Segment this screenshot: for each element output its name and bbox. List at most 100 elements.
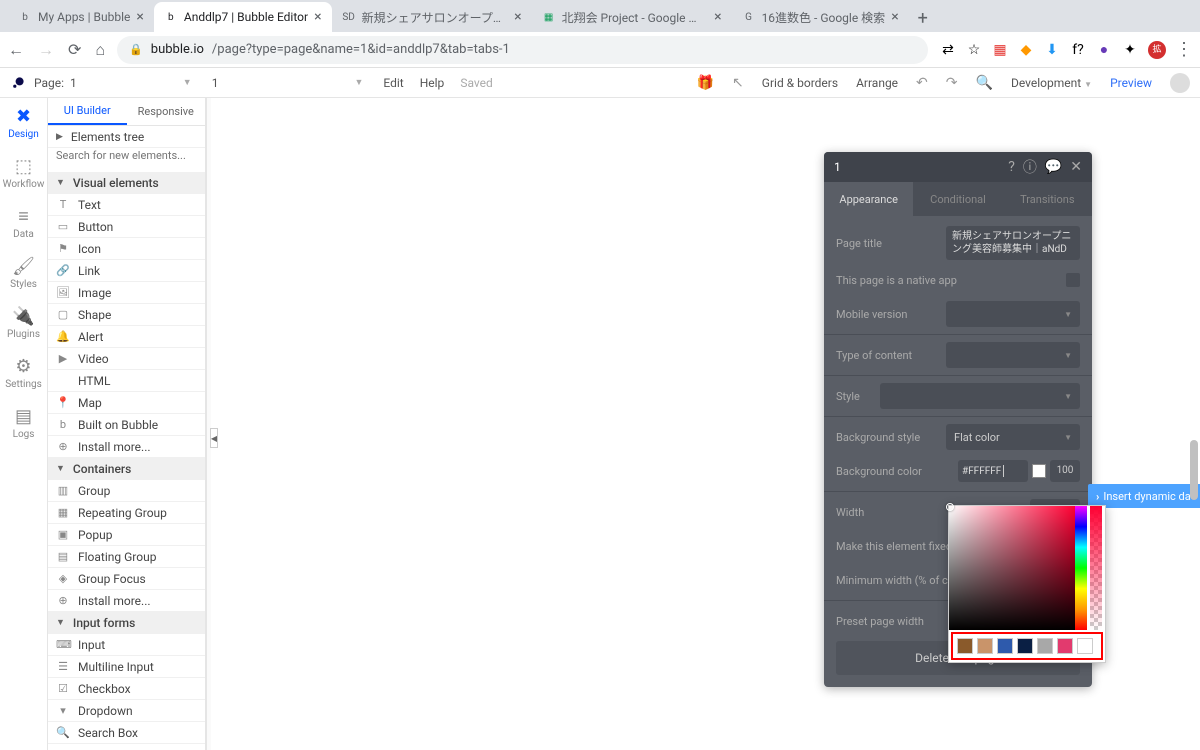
element-item[interactable]: ⌨Input (48, 634, 205, 656)
close-icon[interactable]: ✕ (1070, 159, 1082, 175)
rail-settings[interactable]: ⚙Settings (0, 348, 47, 398)
hue-slider[interactable] (1075, 506, 1087, 630)
element-item[interactable]: TText (48, 194, 205, 216)
element-item[interactable]: ▾Dropdown (48, 700, 205, 722)
edit-menu[interactable]: Edit (383, 76, 403, 90)
close-icon[interactable]: × (514, 9, 521, 25)
undo-icon[interactable]: ↶ (916, 75, 928, 91)
element-search[interactable] (48, 148, 205, 172)
ext-icon[interactable]: f? (1070, 42, 1086, 58)
browser-tab[interactable]: bMy Apps | Bubble× (8, 2, 154, 32)
new-tab-button[interactable]: + (909, 4, 937, 32)
avatar[interactable] (1170, 73, 1190, 93)
element-selector[interactable]: 1 ▼ (212, 76, 364, 90)
rail-data[interactable]: ≡Data (0, 198, 47, 248)
element-item[interactable]: 🔔Alert (48, 326, 205, 348)
opacity-input[interactable]: 100 (1050, 460, 1080, 482)
rail-styles[interactable]: 🖌Styles (0, 248, 47, 298)
browser-tab[interactable]: bAnddlp7 | Bubble Editor× (154, 2, 332, 32)
browser-tab[interactable]: G16進数色 - Google 検索× (732, 2, 909, 32)
menu-icon[interactable]: ⋮ (1176, 42, 1192, 58)
element-item[interactable]: 🔍Search Box (48, 722, 205, 744)
section-visual-elements[interactable]: ▼Visual elements (48, 172, 205, 194)
arrange-menu[interactable]: Arrange (856, 76, 898, 90)
type-content-dropdown[interactable]: ▼ (946, 342, 1080, 368)
page-selector[interactable]: Page: 1 ▼ (34, 76, 192, 90)
rail-workflow[interactable]: ⬚Workflow (0, 148, 47, 198)
help-menu[interactable]: Help (420, 76, 445, 90)
close-icon[interactable]: × (714, 9, 721, 25)
element-item[interactable]: ⊕Install more... (48, 436, 205, 458)
color-swatch[interactable] (1032, 464, 1046, 478)
element-item[interactable]: ▦Repeating Group (48, 502, 205, 524)
gift-icon[interactable]: 🎁 (697, 75, 714, 91)
info-icon[interactable]: ⓘ (1023, 157, 1037, 177)
property-header[interactable]: 1 ? ⓘ 💬 ✕ (824, 152, 1092, 182)
collapse-handle[interactable]: ◀ (210, 428, 218, 448)
ext-icon[interactable]: ⬇ (1044, 42, 1060, 58)
scrollbar[interactable] (1190, 440, 1198, 500)
preset-swatch[interactable] (1057, 638, 1073, 654)
grid-menu[interactable]: Grid & borders (762, 76, 838, 90)
element-item[interactable]: ⊕Install more... (48, 590, 205, 612)
help-icon[interactable]: ? (1008, 159, 1015, 175)
close-icon[interactable]: × (314, 9, 321, 25)
ext-icon[interactable]: ● (1096, 42, 1112, 58)
forward-icon[interactable]: → (38, 40, 54, 60)
bg-color-input[interactable]: #FFFFFF (958, 460, 1028, 482)
rail-logs[interactable]: ▤Logs (0, 398, 47, 448)
reload-icon[interactable]: ⟳ (68, 40, 81, 60)
rail-plugins[interactable]: 🔌Plugins (0, 298, 47, 348)
close-icon[interactable]: × (891, 9, 898, 25)
element-item[interactable]: ▢Shape (48, 304, 205, 326)
element-item[interactable]: ▣Popup (48, 524, 205, 546)
puzzle-icon[interactable]: ✦ (1122, 42, 1138, 58)
back-icon[interactable]: ← (8, 40, 24, 60)
elements-tree-toggle[interactable]: ▶Elements tree (48, 126, 205, 148)
tab-ui-builder[interactable]: UI Builder (48, 98, 127, 125)
page-title-input[interactable]: 新規シェアサロンオープニング美容師募集中｜aNdD (946, 226, 1080, 260)
browser-tab[interactable]: ▦北翔会 Project - Google スプレ× (532, 2, 732, 32)
env-selector[interactable]: Development ▼ (1011, 76, 1092, 90)
native-app-toggle[interactable] (1066, 273, 1080, 287)
element-item[interactable]: ▤Floating Group (48, 546, 205, 568)
mobile-version-dropdown[interactable]: ▼ (946, 301, 1080, 327)
preset-swatch[interactable] (1077, 638, 1093, 654)
tab-appearance[interactable]: Appearance (824, 182, 913, 216)
comment-icon[interactable]: 💬 (1045, 159, 1062, 175)
preset-swatch[interactable] (997, 638, 1013, 654)
element-item[interactable]: ⚑Icon (48, 238, 205, 260)
preset-swatch[interactable] (957, 638, 973, 654)
rail-design[interactable]: ✖Design (0, 98, 47, 148)
cursor-icon[interactable]: ↖ (732, 75, 744, 91)
element-item[interactable]: HTML (48, 370, 205, 392)
element-item[interactable]: ▭Button (48, 216, 205, 238)
preset-swatch[interactable] (977, 638, 993, 654)
star-icon[interactable]: ☆ (966, 42, 982, 58)
translate-icon[interactable]: ⇄ (940, 42, 956, 58)
element-item[interactable]: ◈Group Focus (48, 568, 205, 590)
tab-responsive[interactable]: Responsive (127, 98, 206, 125)
ext-icon[interactable]: 拡 (1148, 41, 1166, 59)
element-item[interactable]: bBuilt on Bubble (48, 414, 205, 436)
section-input-forms[interactable]: ▼Input forms (48, 612, 205, 634)
element-item[interactable]: 📍Map (48, 392, 205, 414)
search-input[interactable] (56, 149, 197, 162)
element-item[interactable]: 🔗Link (48, 260, 205, 282)
preset-swatch[interactable] (1037, 638, 1053, 654)
close-icon[interactable]: × (136, 9, 143, 25)
color-cursor[interactable] (946, 503, 954, 511)
home-icon[interactable]: ⌂ (95, 40, 105, 60)
element-item[interactable]: ☑Checkbox (48, 678, 205, 700)
saturation-field[interactable] (949, 506, 1075, 630)
url-input[interactable]: 🔒 bubble.io/page?type=page&name=1&id=and… (117, 36, 928, 64)
tab-conditional[interactable]: Conditional (913, 182, 1002, 216)
style-dropdown[interactable]: ▼ (880, 383, 1080, 409)
preview-link[interactable]: Preview (1110, 76, 1152, 90)
tab-transitions[interactable]: Transitions (1003, 182, 1092, 216)
redo-icon[interactable]: ↷ (946, 75, 958, 91)
alpha-slider[interactable] (1090, 506, 1102, 630)
element-item[interactable]: ▥Group (48, 480, 205, 502)
element-item[interactable]: ☰Multiline Input (48, 656, 205, 678)
section-containers[interactable]: ▼Containers (48, 458, 205, 480)
